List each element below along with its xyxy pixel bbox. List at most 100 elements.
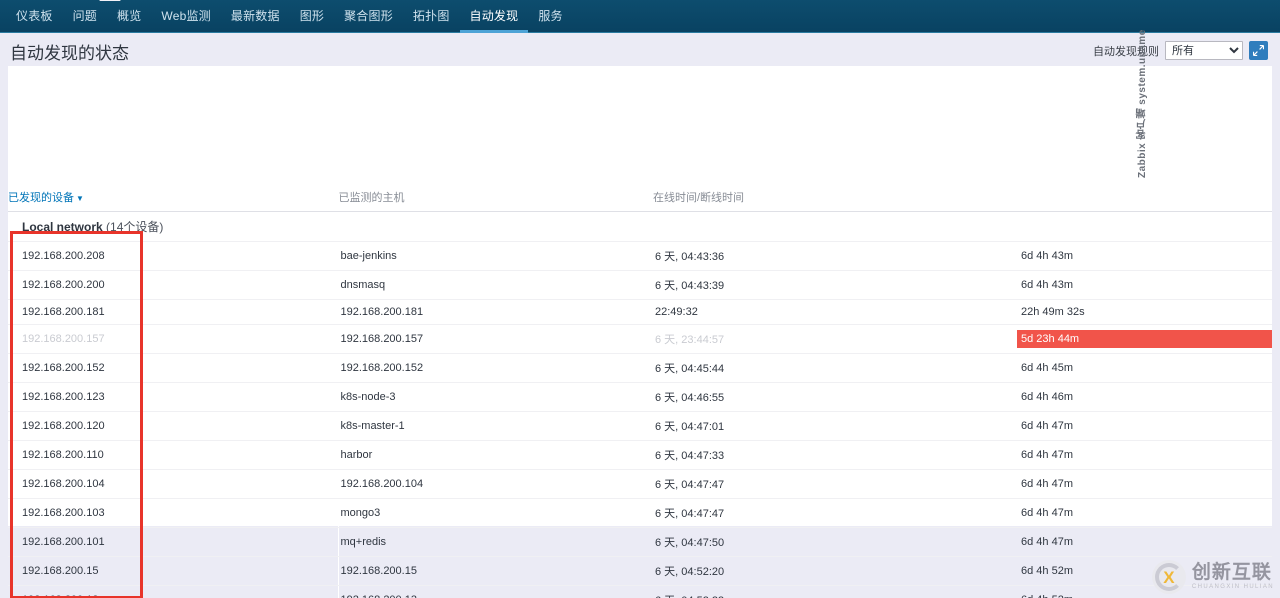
nav-item-8[interactable]: 自动发现: [460, 0, 529, 33]
fullscreen-button[interactable]: [1249, 41, 1268, 60]
watermark-subtitle: CHUANGXIN HULIAN: [1191, 584, 1274, 591]
column-header-device[interactable]: 已发现的设备 ▼: [8, 183, 338, 212]
zabbix-agent-uname-header: Zabbix 客户端 system.uname: [1136, 29, 1148, 178]
table-row[interactable]: 192.168.200.110 harbor 6 天, 04:47:33 6d 4h …: [8, 440, 1272, 470]
watermark-logo-icon: X: [1151, 560, 1186, 594]
cell-monitored-host: 192.168.200.157: [337, 324, 653, 354]
nav-item-1[interactable]: 问题: [63, 0, 107, 33]
header-controls: 自动发现规则 所有: [1093, 39, 1268, 60]
watermark: X 创新互联 CHUANGXIN HULIAN: [1151, 560, 1274, 594]
cell-discovered-device: 192.168.200.104: [8, 469, 338, 499]
cell-monitored-host: 192.168.200.104: [337, 469, 653, 499]
nav-item-7[interactable]: 拓扑图: [403, 0, 460, 33]
watermark-title: 创新互联: [1191, 562, 1272, 584]
cell-discovered-device: 192.168.200.123: [8, 382, 338, 412]
table-row[interactable]: 192.168.200.152 192.168.200.152 6 天, 04:45…: [8, 353, 1272, 383]
cell-monitored-host: 192.168.200.15: [337, 556, 653, 586]
cell-agent-value: 6d 4h 47m: [1013, 411, 1272, 441]
vertical-header-spacer-2: [338, 66, 653, 183]
nav-item-5[interactable]: 图形: [290, 0, 334, 33]
cell-uptime-downtime: 6 天, 04:45:44: [653, 353, 1013, 383]
table-row[interactable]: 192.168.200.200 dnsmasq 6 天, 04:43:39 6d 4h…: [8, 270, 1272, 300]
status-badge: 5d 23h 44m: [1017, 330, 1272, 348]
nav-item-6[interactable]: 聚合图形: [334, 0, 403, 33]
cell-monitored-host: k8s-node-3: [337, 382, 653, 412]
cell-agent-value: 6d 4h 43m: [1013, 270, 1272, 300]
group-count: (14个设备): [106, 220, 164, 234]
cell-uptime-downtime: 6 天, 04:47:50: [653, 527, 1013, 557]
cell-discovered-device: 192.168.200.120: [8, 411, 338, 441]
table-row[interactable]: 192.168.200.123 k8s-node-3 6 天, 04:46:55 6d…: [8, 382, 1272, 412]
cell-agent-value: 6d 4h 46m: [1013, 382, 1272, 412]
column-header-row: 已发现的设备 ▼ 已监测的主机 在线时间/断线时间: [8, 183, 1272, 212]
watermark-text: 创新互联 CHUANGXIN HULIAN: [1191, 562, 1274, 591]
expand-arrows-icon: [1253, 45, 1264, 56]
table-row[interactable]: 192.168.200.181 192.168.200.181 22:49:32 22…: [8, 299, 1272, 325]
cell-uptime-downtime: 6 天, 04:47:47: [653, 469, 1013, 499]
discovery-rule-select[interactable]: 所有: [1165, 41, 1243, 60]
watermark-glyph: X: [1163, 567, 1175, 587]
table-row[interactable]: 192.168.200.208 bae-jenkins 6 天, 04:43:36 6…: [8, 241, 1272, 271]
column-header-uptime: 在线时间/断线时间: [653, 183, 1013, 212]
cell-monitored-host: bae-jenkins: [337, 241, 653, 271]
cell-monitored-host: mq+redis: [337, 527, 653, 557]
cell-discovered-device: 192.168.200.15: [8, 556, 338, 586]
page-header: 自动发现的状态 自动发现规则 所有: [0, 33, 1280, 66]
cell-discovered-device: 192.168.200.103: [8, 498, 338, 528]
group-name: Local network: [22, 220, 103, 234]
column-header-host: 已监测的主机: [337, 183, 653, 212]
table-row[interactable]: 192.168.200.13192.168.200.136 天, 04:52:2…: [8, 585, 1272, 598]
agent-value: 6d 4h 47m: [1021, 507, 1073, 519]
cell-uptime-downtime: 6 天, 04:52:23: [653, 585, 1013, 598]
cell-agent-value: 6d 4h 47m: [1013, 498, 1272, 528]
vertical-header-row: Zabbix 客户端 system.uname: [8, 29, 1272, 183]
nav-item-4[interactable]: 最新数据: [221, 0, 290, 33]
nav-item-3[interactable]: Web监测: [151, 0, 220, 33]
agent-value: 6d 4h 46m: [1021, 391, 1073, 403]
cell-monitored-host: 192.168.200.152: [337, 353, 653, 383]
table-row[interactable]: 192.168.200.15 192.168.200.15 6 天, 04:52:2…: [8, 556, 1272, 586]
sort-by-device-link[interactable]: 已发现的设备 ▼: [8, 192, 84, 204]
cell-agent-value: 6d 4h 47m: [1013, 440, 1272, 470]
cell-discovered-device: 192.168.200.200: [8, 270, 338, 300]
cell-monitored-host: dnsmasq: [337, 270, 653, 300]
nav-item-2[interactable]: 概览: [107, 0, 151, 33]
column-header-device-label: 已发现的设备: [8, 192, 74, 204]
table-row[interactable]: 192.168.200.120 k8s-master-1 6 天, 04:47:01…: [8, 411, 1272, 441]
agent-value: 6d 4h 47m: [1021, 449, 1073, 461]
cell-agent-value: 6d 4h 47m: [1013, 469, 1272, 499]
nav-item-0[interactable]: 仪表板: [6, 0, 63, 33]
discovery-group-cell: Local network (14个设备): [8, 211, 1272, 242]
table-row[interactable]: 192.168.200.101 mq+redis 6 天, 04:47:50 6d 4…: [8, 527, 1272, 557]
cell-uptime-downtime: 22:49:32: [653, 299, 1013, 325]
cell-agent-value: 6d 4h 45m: [1013, 353, 1272, 383]
cell-monitored-host: 192.168.200.181: [337, 299, 653, 325]
discovery-table-body: Local network (14个设备) 192.168.200.208 bae-…: [8, 211, 1272, 598]
cell-discovered-device: 192.168.200.208: [8, 241, 338, 271]
nav-item-9[interactable]: 服务: [528, 0, 572, 33]
table-row[interactable]: 192.168.200.103 mongo3 6 天, 04:47:47 6d 4h …: [8, 498, 1272, 528]
cell-uptime-downtime: 6 天, 04:46:55: [653, 382, 1013, 412]
agent-value: 6d 4h 43m: [1021, 250, 1073, 262]
discovery-table-container: Zabbix 客户端 system.uname 已发现的设备 ▼ 已监测的主机 在…: [8, 29, 1272, 598]
cell-uptime-downtime: 6 天, 23:44:57: [653, 324, 1013, 354]
cell-discovered-device: 192.168.200.101: [8, 527, 338, 557]
agent-value: 6d 4h 47m: [1021, 420, 1073, 432]
sort-descending-icon: ▼: [76, 194, 84, 203]
cell-agent-value: 6d 4h 43m: [1013, 241, 1272, 271]
cell-discovered-device: 192.168.200.13: [8, 585, 338, 598]
cell-agent-value: 6d 4h 47m: [1013, 527, 1272, 557]
agent-value: 6d 4h 45m: [1021, 362, 1073, 374]
cell-monitored-host: mongo3: [337, 498, 653, 528]
discovery-rule-label: 自动发现规则: [1093, 45, 1159, 58]
cell-monitored-host: k8s-master-1: [337, 411, 653, 441]
cell-uptime-downtime: 6 天, 04:47:01: [653, 411, 1013, 441]
table-row[interactable]: 192.168.200.157 192.168.200.157 6 天, 23:44…: [8, 324, 1272, 354]
nav-active-notch: [99, 0, 121, 1]
table-row[interactable]: 192.168.200.104 192.168.200.104 6 天, 04:47…: [8, 469, 1272, 499]
cell-discovered-device: 192.168.200.181: [8, 299, 338, 325]
cell-monitored-host: 192.168.200.13: [337, 585, 653, 598]
discovery-group-row: Local network (14个设备): [8, 211, 1272, 242]
column-header-value: [1013, 183, 1272, 212]
cell-uptime-downtime: 6 天, 04:47:33: [653, 440, 1013, 470]
